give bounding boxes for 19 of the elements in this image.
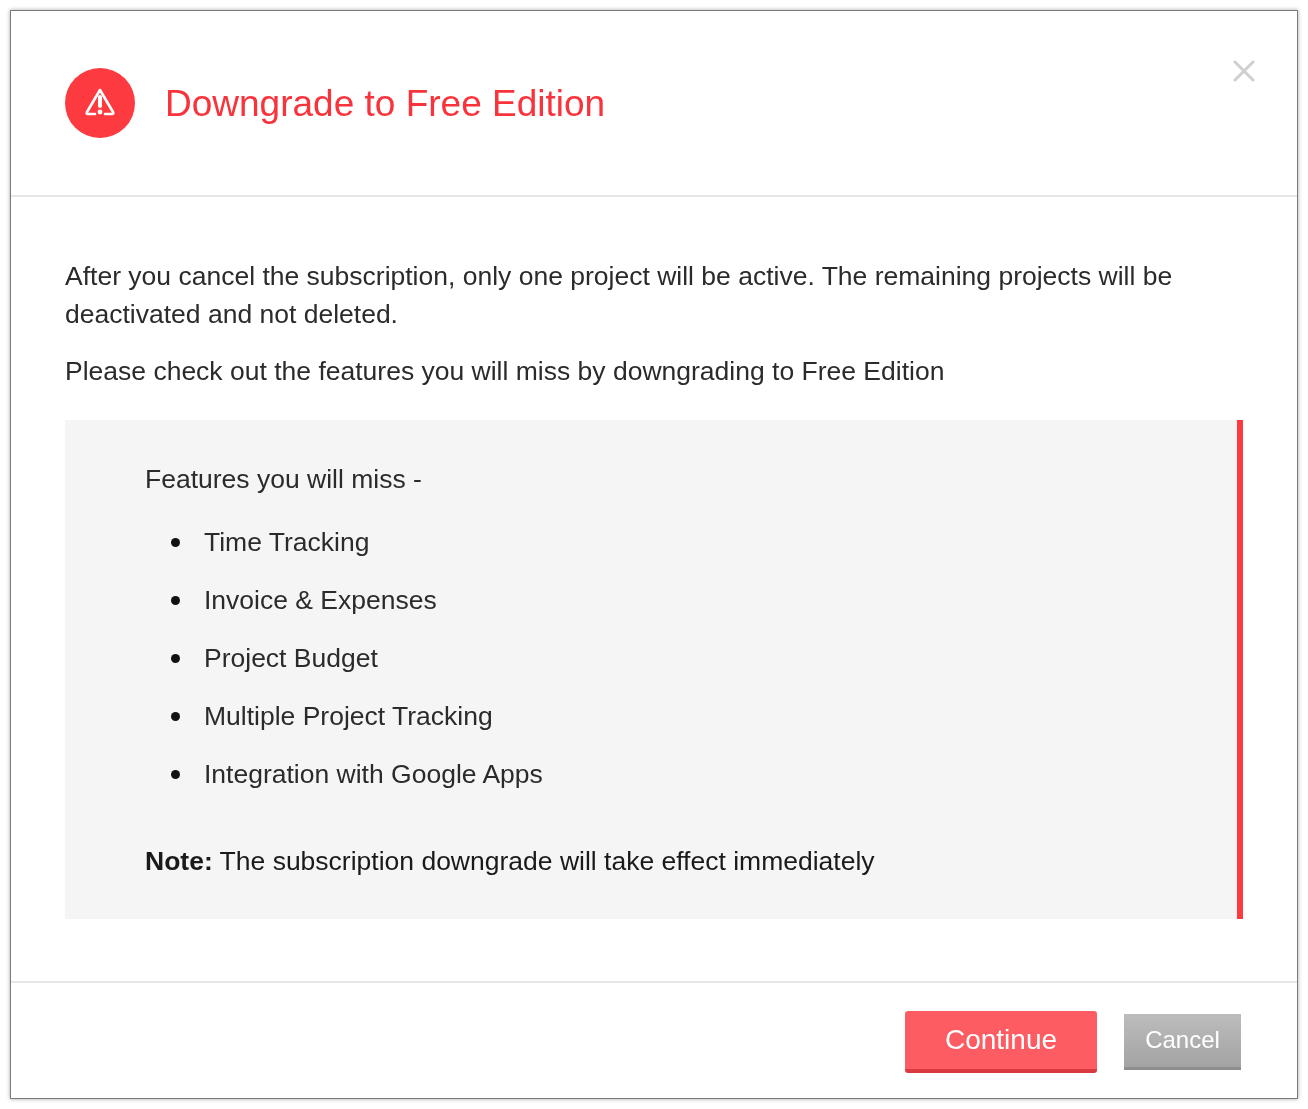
continue-button[interactable]: Continue — [905, 1010, 1097, 1073]
bullet-icon — [171, 537, 180, 547]
note-text: Note: The subscription downgrade will take effect immediately — [145, 845, 876, 878]
feature-item: Invoice & Expenses — [204, 584, 437, 617]
bullet-icon — [171, 595, 180, 605]
close-icon[interactable] — [1233, 60, 1255, 82]
bullet-icon — [171, 653, 180, 663]
features-heading: Features you will miss - — [145, 463, 423, 496]
warning-icon — [65, 68, 135, 138]
body-paragraph: Please check out the features you will miss by downgrading to Free Edition — [65, 355, 946, 388]
feature-item: Project Budget — [204, 642, 378, 675]
cancel-button[interactable]: Cancel — [1124, 1013, 1241, 1070]
feature-item: Integration with Google Apps — [204, 758, 543, 791]
dialog-title: Downgrade to Free Edition — [165, 84, 606, 122]
bullet-icon — [171, 711, 180, 721]
feature-item: Time Tracking — [204, 526, 370, 559]
feature-item: Multiple Project Tracking — [204, 700, 493, 733]
body-paragraph: After you cancel the subscription, only one project will be active. The remaining projects will be deactivated and not deleted. — [65, 260, 1174, 331]
bullet-icon — [171, 769, 180, 779]
